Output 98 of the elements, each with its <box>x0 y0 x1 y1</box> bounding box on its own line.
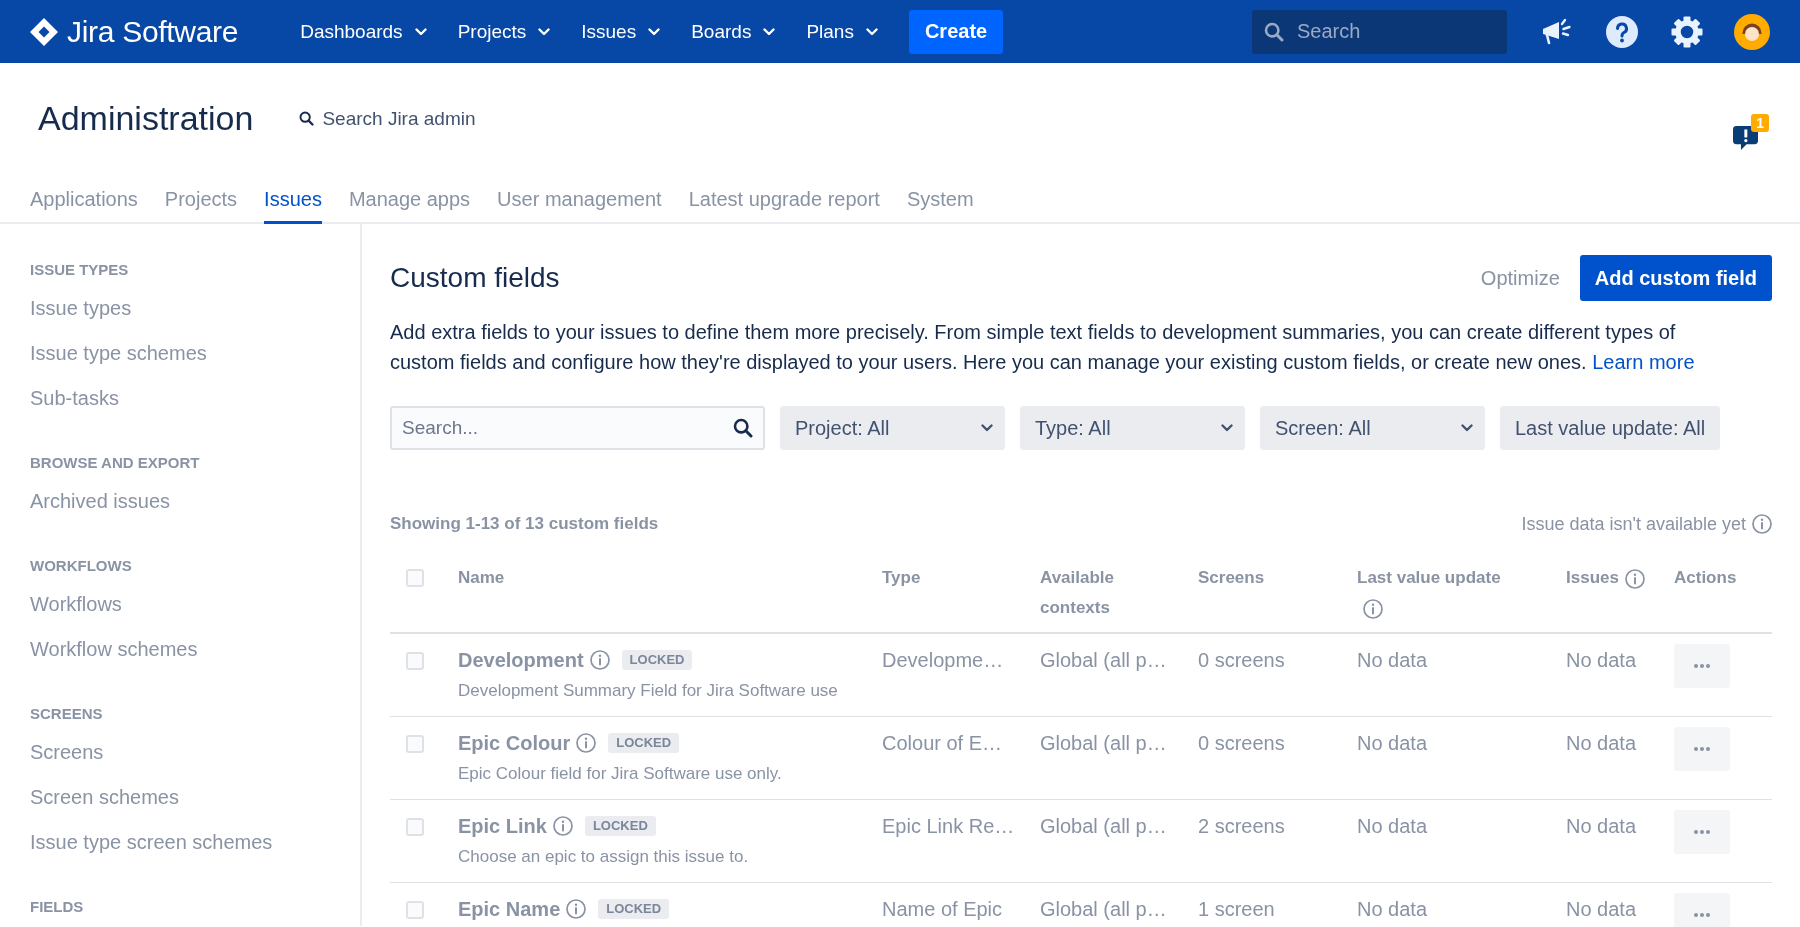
search-icon <box>1264 21 1284 42</box>
locked-badge: LOCKED <box>584 816 656 836</box>
avatar-icon[interactable] <box>1734 13 1770 50</box>
table-cell-text: No data <box>1357 648 1428 673</box>
table-cell-text: No data <box>1566 897 1637 922</box>
filter-dropdown[interactable]: Type: All <box>1020 406 1245 450</box>
page-title: Administration <box>38 99 254 138</box>
nav-menu[interactable]: Projects <box>457 11 551 52</box>
field-description: Choose an epic to assign this issue to. <box>458 846 749 868</box>
filter-dropdown[interactable]: Project: All <box>780 406 1005 450</box>
filter-button[interactable]: Last value update: All <box>1500 406 1721 450</box>
help-icon[interactable] <box>1606 15 1638 48</box>
settings-icon[interactable] <box>1671 15 1703 48</box>
nav-menu[interactable]: Plans <box>806 11 878 52</box>
section-heading: SCREENS <box>30 704 103 724</box>
actions-button[interactable] <box>1674 810 1730 854</box>
table-cell-text: No data <box>1566 648 1637 673</box>
chevron-down-icon <box>763 27 776 36</box>
more-icon <box>1694 664 1710 668</box>
section-heading: BROWSE AND EXPORT <box>30 453 200 473</box>
filter-dropdown[interactable]: Screen: All <box>1260 406 1485 450</box>
table-cell-text: 2 screens <box>1198 814 1285 839</box>
nav-menu[interactable]: Dashboards <box>300 11 427 52</box>
chevron-down-icon <box>414 27 427 36</box>
home-logo-link[interactable]: Jira Software <box>30 14 239 49</box>
info-icon <box>552 816 573 836</box>
chevron-down-icon <box>865 27 878 36</box>
chevron-down-icon <box>1221 424 1233 432</box>
create-button[interactable]: Create <box>908 9 1004 54</box>
locked-badge: LOCKED <box>621 650 693 670</box>
locked-badge: LOCKED <box>608 733 680 753</box>
column-header: Issues <box>1566 568 1619 587</box>
table-cell-text: No data <box>1566 731 1637 756</box>
field-description: Epic Colour field for Jira Software use only. <box>458 763 782 785</box>
results-count: Showing 1-13 of 13 custom fields <box>390 514 659 534</box>
description-text: Add extra fields to your issues to define them more precisely. From simple text fields to development summaries, you can create different types of custom fields and configure how they're displayed to your users. Here you can manage your existing custom fields, or create new ones. Learn more <box>390 320 1696 375</box>
info-icon <box>566 899 587 919</box>
table-cell-text: Global (all p… <box>1040 897 1167 922</box>
admin-tab[interactable]: System <box>906 179 974 224</box>
feedback-icon[interactable] <box>1733 124 1758 151</box>
info-icon <box>1752 514 1772 534</box>
table-cell-text: Global (all p… <box>1040 814 1167 839</box>
column-header: Screens <box>1198 568 1265 587</box>
search-field[interactable]: Search <box>1252 9 1507 54</box>
chevron-down-icon <box>1461 424 1473 432</box>
section-heading: WORKFLOWS <box>30 556 132 576</box>
admin-tab[interactable]: Issues <box>264 179 322 224</box>
locked-badge: LOCKED <box>598 899 670 919</box>
nav-menu[interactable]: Boards <box>691 11 776 52</box>
table-cell-text: Global (all p… <box>1040 731 1167 756</box>
logo-icon <box>30 17 58 46</box>
notification-badge: 1 <box>1751 113 1769 132</box>
search-field[interactable]: Search... <box>390 406 765 450</box>
table-cell-text: No data <box>1357 731 1428 756</box>
column-header: Last value update <box>1357 568 1501 587</box>
info-icon <box>576 733 597 753</box>
nav-menu[interactable]: Issues <box>581 11 661 52</box>
table-cell-text: No data <box>1566 814 1637 839</box>
table-cell-text: 0 screens <box>1198 648 1285 673</box>
data-notice: Issue data isn't available yet <box>1521 513 1746 535</box>
more-icon <box>1694 913 1710 917</box>
search-icon <box>733 418 753 438</box>
actions-button[interactable] <box>1674 727 1730 771</box>
chevron-down-icon <box>648 27 661 36</box>
column-header: Available contexts <box>1040 568 1115 617</box>
chevron-down-icon <box>538 27 551 36</box>
admin-tab[interactable]: Latest upgrade report <box>688 179 880 224</box>
column-header: Name <box>458 568 505 587</box>
column-header: Type <box>882 568 921 587</box>
learn-more-link[interactable]: Learn more <box>1592 351 1695 373</box>
admin-tab[interactable]: Applications <box>30 179 138 224</box>
table-cell-text: 0 screens <box>1198 731 1285 756</box>
info-icon <box>589 650 610 670</box>
table-cell-text: Name of Epic <box>882 897 1003 922</box>
more-icon <box>1694 747 1710 751</box>
table-cell-text: Colour of E… <box>882 731 1003 756</box>
megaphone-icon[interactable] <box>1540 17 1572 46</box>
table-cell-text: Developme… <box>882 648 1004 673</box>
add-custom-field-button[interactable]: Add custom field <box>1579 255 1772 301</box>
table-cell-text: Global (all p… <box>1040 648 1167 673</box>
actions-button[interactable] <box>1674 644 1730 688</box>
column-header: Actions <box>1674 568 1737 587</box>
chevron-down-icon <box>981 424 993 432</box>
section-heading: FIELDS <box>30 897 84 917</box>
table-cell-text: No data <box>1357 814 1428 839</box>
admin-tab[interactable]: Manage apps <box>348 179 471 224</box>
section-title: Custom fields <box>390 262 560 294</box>
admin-tab[interactable]: Projects <box>164 179 238 224</box>
admin-tab[interactable]: User management <box>497 179 662 224</box>
table-cell-text: 1 screen <box>1198 897 1275 922</box>
more-icon <box>1694 830 1710 834</box>
field-description: Development Summary Field for Jira Software use <box>458 680 838 702</box>
table-cell-text: Epic Link Re… <box>882 814 1015 839</box>
actions-button[interactable] <box>1674 893 1730 927</box>
admin-search-link[interactable]: Search Jira admin <box>299 107 476 130</box>
section-heading: ISSUE TYPES <box>30 260 129 280</box>
search-icon <box>299 111 315 126</box>
table-cell-text: No data <box>1357 897 1428 922</box>
